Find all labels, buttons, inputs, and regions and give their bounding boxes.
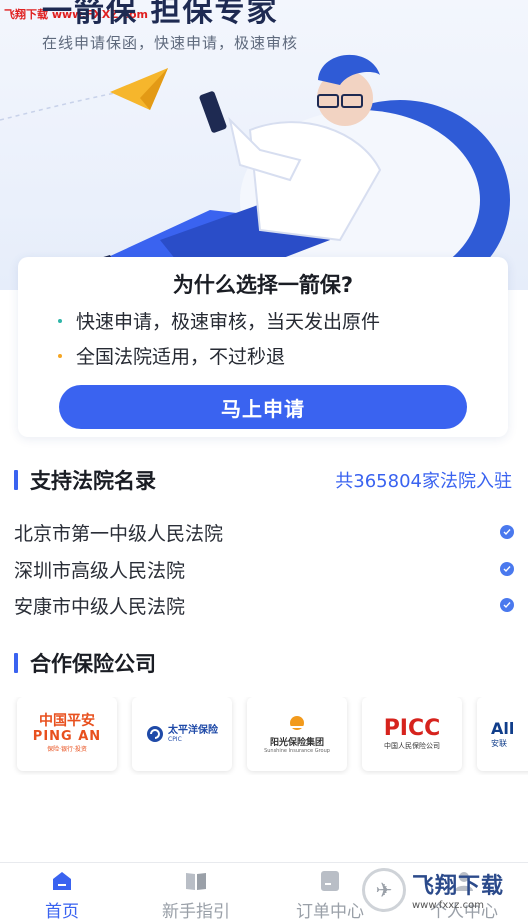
hero-illustration [0,54,510,290]
insurer-logo-pingan[interactable]: 中国平安 PING AN 保险·银行·投资 [17,697,117,771]
watermark-name: 飞翔下载 [412,874,505,899]
section-accent-bar [14,653,18,673]
section-accent-bar [14,470,18,490]
logo-text: 太平洋保险 [168,725,218,736]
why-item: 快速申请，极速审核，当天发出原件 [58,307,380,334]
courts-section-header: 支持法院名录 [14,465,156,495]
why-title: 为什么选择一箭保? [172,273,354,297]
book-icon [186,873,206,890]
logo-text: All [491,719,515,738]
watermark-circle-icon: ✈ [362,867,406,912]
tab-guide[interactable]: 新手指引 [156,869,236,921]
logo-text: 阳光保险集团 [269,737,324,748]
insurer-logo-cpic[interactable]: 太平洋保险 CPIC [132,697,232,771]
bullet-dot-icon [58,318,62,323]
logo-text: 中国平安 [39,713,95,729]
check-circle-icon [500,598,514,612]
logo-text: 中国人民保险公司 [384,742,440,750]
insurer-logo-carousel[interactable]: 中国平安 PING AN 保险·银行·投资 太平洋保险 CPIC 阳光保险集团 … [0,697,528,775]
insurer-logo-allianz[interactable]: All 安联 [477,697,528,771]
hero-subtitle: 在线申请保函，快速申请，极速审核 [42,34,299,52]
court-name: 深圳市高级人民法院 [14,559,186,582]
home-icon [53,872,71,890]
insurers-title: 合作保险公司 [30,652,156,676]
check-circle-icon [500,525,514,539]
apply-now-button[interactable]: 马上申请 [59,385,467,429]
court-name: 安康市中级人民法院 [14,595,186,618]
insurer-logo-sunshine[interactable]: 阳光保险集团 Sunshine Insurance Group [247,697,347,771]
courts-title: 支持法院名录 [30,469,156,493]
why-item: 全国法院适用，不过秒退 [58,342,285,369]
logo-text: 安联 [491,739,507,748]
logo-text: CPIC [168,736,182,743]
check-circle-icon [500,562,514,576]
hero-banner: 飞翔下载 www.FXXZ.com 一箭保 担保专家 在线申请保函，快速申请，极… [0,0,528,290]
tab-label: 新手指引 [162,902,230,921]
court-name: 北京市第一中级人民法院 [14,522,224,545]
watermark-url: www.fxxz.com [412,900,484,911]
court-list-item[interactable]: 深圳市高级人民法院 [14,553,514,585]
why-item-text: 全国法院适用，不过秒退 [76,346,286,368]
watermark-text-group: 飞翔下载 www.fxxz.com [412,868,504,911]
order-icon [321,871,339,891]
court-list-item[interactable]: 安康市中级人民法院 [14,589,514,621]
logo-text: 保险·银行·投资 [47,746,87,753]
hero-title: 一箭保 担保专家 [42,0,279,29]
tab-home[interactable]: 首页 [22,869,102,921]
court-list-item[interactable]: 北京市第一中级人民法院 [14,516,514,548]
tab-orders[interactable]: 订单中心 [290,869,370,921]
insurers-section-header: 合作保险公司 [14,648,156,678]
logo-text: PICC [383,716,441,741]
why-choose-card: 为什么选择一箭保? 快速申请，极速审核，当天发出原件 全国法院适用，不过秒退 马… [18,257,508,437]
insurer-logo-picc[interactable]: PICC 中国人民保险公司 [362,697,462,771]
courts-count-link[interactable]: 共365804家法院入驻 [335,467,512,493]
logo-text: Sunshine Insurance Group [264,747,330,754]
watermark-logo: ✈ 飞翔下载 www.fxxz.com [362,858,528,921]
tab-label: 订单中心 [296,902,364,921]
why-item-text: 快速申请，极速审核，当天发出原件 [76,311,381,333]
cpic-emblem-icon [147,726,163,742]
cpic-logo: 太平洋保险 CPIC [146,725,218,743]
logo-text: PING AN [32,729,102,744]
bullet-dot-icon [58,353,62,358]
sun-emblem-icon [288,715,306,730]
tab-label: 首页 [45,902,79,921]
